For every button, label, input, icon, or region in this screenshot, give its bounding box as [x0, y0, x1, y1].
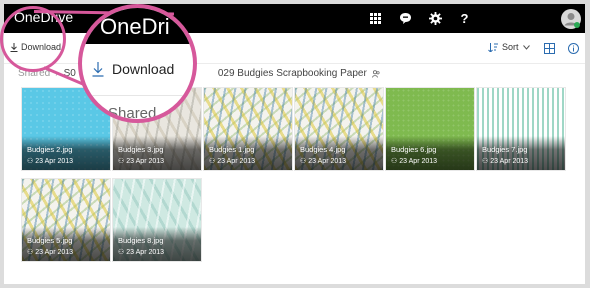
file-tile[interactable]: Budgies 6.jpg ⚇ 23 Apr 2013 [386, 88, 474, 170]
file-date: ⚇ 23 Apr 2013 [391, 157, 438, 166]
shared-icon: ⚇ [209, 158, 216, 165]
file-date: ⚇ 23 Apr 2013 [118, 248, 165, 257]
chevron-down-icon [522, 44, 530, 50]
file-name: Budgies 8.jpg [118, 236, 164, 245]
avatar[interactable] [556, 4, 585, 33]
file-tile[interactable]: Budgies 1.jpg ⚇ 23 Apr 2013 [204, 88, 292, 170]
file-date: ⚇ 23 Apr 2013 [482, 157, 529, 166]
info-icon[interactable] [568, 41, 579, 59]
file-tile[interactable]: Budgies 4.jpg ⚇ 23 Apr 2013 [295, 88, 383, 170]
app-launcher-icon[interactable] [361, 4, 390, 33]
file-date: ⚇ 23 Apr 2013 [118, 157, 165, 166]
magnified-download-label: Download [112, 61, 175, 77]
shared-people-icon [371, 69, 380, 78]
magnified-download: Download [92, 61, 174, 77]
file-date: ⚇ 23 Apr 2013 [300, 157, 347, 166]
shared-icon: ⚇ [27, 158, 34, 165]
help-icon[interactable]: ? [450, 4, 479, 33]
view-toggle-icon[interactable] [544, 41, 555, 59]
file-name: Budgies 1.jpg [209, 145, 255, 154]
file-name: Budgies 3.jpg [118, 145, 164, 154]
shared-icon: ⚇ [118, 249, 125, 256]
shared-icon: ⚇ [482, 158, 489, 165]
chat-icon[interactable] [391, 4, 420, 33]
shared-icon: ⚇ [27, 249, 34, 256]
file-tile[interactable]: Budgies 5.jpg ⚇ 23 Apr 2013 [22, 179, 110, 261]
sort-button[interactable]: Sort [488, 42, 530, 52]
breadcrumb-current: 029 Budgies Scrapbooking Paper [217, 68, 367, 79]
magnified-brand: OneDri [100, 14, 170, 39]
file-name: Budgies 4.jpg [300, 145, 346, 154]
file-name: Budgies 2.jpg [27, 145, 73, 154]
shared-icon: ⚇ [391, 158, 398, 165]
file-date: ⚇ 23 Apr 2013 [27, 157, 74, 166]
magnifier-highlight-circle [0, 6, 66, 72]
file-tile[interactable]: Budgies 8.jpg ⚇ 23 Apr 2013 [113, 179, 201, 261]
file-name: Budgies 7.jpg [482, 145, 528, 154]
gear-icon[interactable] [421, 4, 450, 33]
file-name: Budgies 6.jpg [391, 145, 437, 154]
sort-label: Sort [502, 42, 519, 52]
file-tile[interactable]: Budgies 7.jpg ⚇ 23 Apr 2013 [477, 88, 565, 170]
magnifier-zoom-circle: OneDri Download Shared [78, 4, 197, 123]
shared-icon: ⚇ [300, 158, 307, 165]
download-icon [92, 61, 104, 77]
file-date: ⚇ 23 Apr 2013 [27, 248, 74, 257]
shared-icon: ⚇ [118, 158, 125, 165]
file-name: Budgies 5.jpg [27, 236, 73, 245]
file-date: ⚇ 23 Apr 2013 [209, 157, 256, 166]
sort-icon [488, 42, 498, 52]
